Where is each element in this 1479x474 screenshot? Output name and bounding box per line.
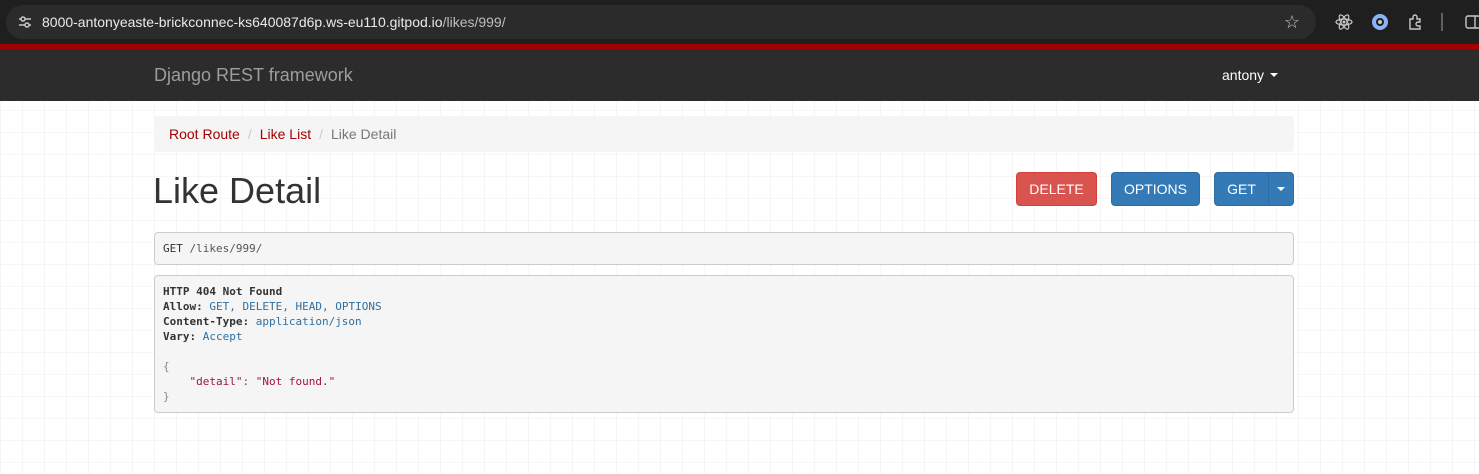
delete-button[interactable]: DELETE (1016, 172, 1097, 206)
side-panel-icon[interactable] (1460, 9, 1479, 35)
json-open-brace: { (163, 360, 170, 373)
navbar: Django REST framework antony (0, 49, 1479, 101)
user-dropdown[interactable]: antony (1222, 67, 1279, 83)
brand-link[interactable]: Django REST framework (154, 65, 353, 86)
options-button[interactable]: OPTIONS (1111, 172, 1200, 206)
json-colon: : (242, 375, 256, 388)
breadcrumb: Root Route / Like List / Like Detail (154, 116, 1294, 152)
request-path: /likes/999/ (189, 242, 263, 255)
json-close-brace: } (163, 390, 170, 403)
site-info-icon[interactable] (10, 7, 40, 37)
breadcrumb-like-detail: Like Detail (330, 126, 397, 142)
caret-down-icon (1277, 187, 1285, 191)
request-info: GET /likes/999/ (154, 232, 1294, 265)
get-button[interactable]: GET (1214, 172, 1269, 206)
vary-header-value: Accept (202, 330, 243, 343)
response-info: HTTP 404 Not Found Allow: GET, DELETE, H… (154, 275, 1294, 413)
url-text[interactable]: 8000-antonyeaste-brickconnec-ks640087d6p… (42, 14, 506, 30)
get-format-dropdown-toggle[interactable] (1268, 172, 1294, 206)
bookmark-star-icon[interactable]: ☆ (1280, 10, 1304, 34)
json-value: "Not found." (255, 375, 336, 388)
request-method: GET (163, 242, 183, 255)
url-host: 8000-antonyeaste-brickconnec-ks640087d6p… (42, 14, 443, 30)
url-path: /likes/999/ (442, 14, 506, 30)
address-bar[interactable]: 8000-antonyeaste-brickconnec-ks640087d6p… (6, 5, 1316, 39)
user-name: antony (1222, 67, 1265, 83)
breadcrumb-separator: / (247, 126, 252, 142)
caret-down-icon (1270, 73, 1279, 77)
allow-header-label: Allow: (163, 300, 203, 313)
content-type-header-value: application/json (255, 315, 362, 328)
toolbar-divider (1440, 9, 1444, 35)
response-status: HTTP 404 Not Found (163, 285, 283, 298)
browser-toolbar: 8000-antonyeaste-brickconnec-ks640087d6p… (0, 0, 1479, 44)
content-type-header-label: Content-Type: (163, 315, 250, 328)
extension-react-icon[interactable] (1331, 9, 1357, 35)
breadcrumb-root-route[interactable]: Root Route (169, 126, 240, 142)
breadcrumb-separator: / (319, 126, 323, 142)
extensions-puzzle-icon[interactable] (1403, 9, 1429, 35)
breadcrumb-like-list[interactable]: Like List (260, 126, 311, 142)
profile-extension-icon[interactable] (1367, 9, 1393, 35)
json-key: "detail" (189, 375, 243, 388)
allow-header-value: GET, DELETE, HEAD, OPTIONS (209, 300, 382, 313)
page-title: Like Detail (153, 170, 322, 211)
vary-header-label: Vary: (163, 330, 197, 343)
